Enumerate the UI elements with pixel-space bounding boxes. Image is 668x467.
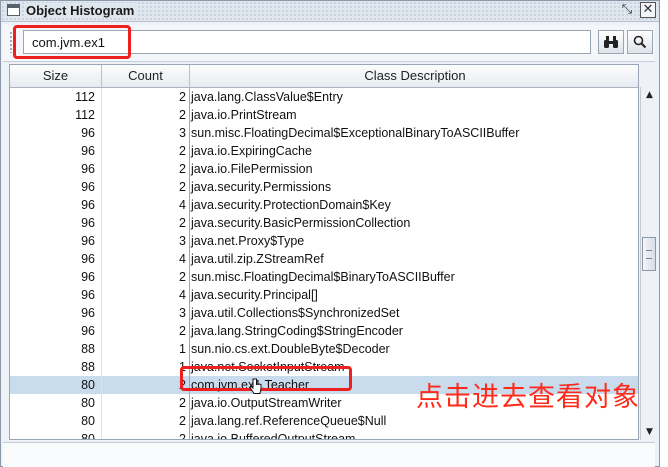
cell-class-description: java.lang.ClassValue$Entry	[191, 90, 343, 104]
cell-size: 96	[10, 232, 102, 250]
cell-count: 4	[102, 196, 190, 214]
table-row[interactable]: 96 4 java.security.Principal[]	[10, 286, 638, 304]
cell-size: 96	[10, 268, 102, 286]
cell-class-description: java.lang.StringCoding$StringEncoder	[191, 324, 403, 338]
cell-class-description: java.io.ExpiringCache	[191, 144, 312, 158]
cell-size: 80	[10, 430, 102, 439]
cell-class-description: java.io.BufferedOutputStream	[191, 432, 356, 440]
cell-count: 1	[102, 358, 190, 376]
background-window-edge	[660, 0, 668, 467]
table-row[interactable]: 96 2 java.security.Permissions	[10, 178, 638, 196]
cell-size: 80	[10, 394, 102, 412]
column-header-count[interactable]: Count	[102, 65, 190, 87]
cell-count: 3	[102, 304, 190, 322]
title-bar[interactable]: Object Histogram ⤡ ✕	[1, 1, 659, 22]
cell-count: 2	[102, 142, 190, 160]
cell-count: 3	[102, 232, 190, 250]
table-header: Size Count Class Description	[10, 65, 638, 88]
column-header-size[interactable]: Size	[10, 65, 102, 87]
table-row[interactable]: 112 2 java.io.PrintStream	[10, 106, 638, 124]
cell-size: 88	[10, 358, 102, 376]
cell-class-description: java.io.FilePermission	[191, 162, 313, 176]
cell-count: 3	[102, 124, 190, 142]
cell-size: 96	[10, 214, 102, 232]
scroll-down-icon[interactable]: ▼	[641, 424, 658, 440]
cell-size: 80	[10, 376, 102, 394]
table-row[interactable]: 80 2 java.io.BufferedOutputStream	[10, 430, 638, 440]
cell-size: 112	[10, 88, 102, 106]
cell-class-description: java.security.Principal[]	[191, 288, 318, 302]
cell-class-description: sun.misc.FloatingDecimal$ExceptionalBina…	[191, 126, 520, 140]
cell-class-description: sun.nio.cs.ext.DoubleByte$Decoder	[191, 342, 390, 356]
cell-count: 2	[102, 178, 190, 196]
cell-class-description: java.util.zip.ZStreamRef	[191, 252, 324, 266]
table-row[interactable]: 96 2 sun.misc.FloatingDecimal$BinaryToASCI…	[10, 268, 638, 286]
selected-row-highlight-box	[180, 366, 352, 391]
cell-class-description: java.security.Permissions	[191, 180, 332, 194]
cell-size: 96	[10, 196, 102, 214]
cell-class-description: java.security.BasicPermissionCollection	[191, 216, 411, 230]
cell-count: 2	[102, 376, 190, 394]
cell-count: 2	[102, 106, 190, 124]
cell-class-description: java.io.PrintStream	[191, 108, 297, 122]
table-row[interactable]: 112 2 java.lang.ClassValue$Entry	[10, 88, 638, 106]
close-icon[interactable]: ✕	[640, 2, 656, 18]
table-row[interactable]: 96 3 java.util.Collections$SynchronizedSet	[10, 304, 638, 322]
cell-count: 2	[102, 394, 190, 412]
cell-count: 2	[102, 160, 190, 178]
cell-count: 4	[102, 286, 190, 304]
cell-class-description: java.net.Proxy$Type	[191, 234, 305, 248]
scroll-up-icon[interactable]: ▲	[641, 87, 658, 103]
table-row[interactable]: 96 2 java.io.FilePermission	[10, 160, 638, 178]
cell-class-description: java.security.ProtectionDomain$Key	[191, 198, 391, 212]
scroll-thumb[interactable]	[642, 237, 656, 271]
cell-count: 2	[102, 430, 190, 439]
cell-size: 112	[10, 106, 102, 124]
binoculars-icon	[604, 36, 618, 48]
find-all-button[interactable]	[598, 30, 624, 54]
magnifier-icon	[633, 35, 647, 49]
cell-count: 1	[102, 340, 190, 358]
annotation-text: 点击进去查看对象	[416, 382, 640, 413]
cell-count: 2	[102, 322, 190, 340]
cell-size: 88	[10, 340, 102, 358]
cell-size: 96	[10, 124, 102, 142]
mouse-cursor-icon	[249, 378, 262, 394]
cell-size: 96	[10, 322, 102, 340]
table-row[interactable]: 96 4 java.util.zip.ZStreamRef	[10, 250, 638, 268]
table-row[interactable]: 96 2 java.io.ExpiringCache	[10, 142, 638, 160]
cell-count: 4	[102, 250, 190, 268]
cell-size: 96	[10, 286, 102, 304]
column-header-class-description[interactable]: Class Description	[190, 65, 638, 87]
cell-count: 2	[102, 214, 190, 232]
find-button[interactable]	[627, 30, 653, 54]
table-row[interactable]: 88 1 sun.nio.cs.ext.DoubleByte$Decoder	[10, 340, 638, 358]
cell-count: 2	[102, 412, 190, 430]
window-icon	[7, 4, 20, 16]
table-row[interactable]: 96 4 java.security.ProtectionDomain$Key	[10, 196, 638, 214]
cell-size: 96	[10, 178, 102, 196]
cell-count: 2	[102, 88, 190, 106]
table-row[interactable]: 96 2 java.security.BasicPermissionCollecti…	[10, 214, 638, 232]
table-row[interactable]: 96 2 java.lang.StringCoding$StringEncoder	[10, 322, 638, 340]
status-area	[3, 442, 655, 467]
cell-size: 96	[10, 250, 102, 268]
cell-size: 96	[10, 304, 102, 322]
cell-class-description: java.util.Collections$SynchronizedSet	[191, 306, 400, 320]
cell-count: 2	[102, 268, 190, 286]
cell-size: 96	[10, 142, 102, 160]
table-row[interactable]: 96 3 sun.misc.FloatingDecimal$ExceptionalB…	[10, 124, 638, 142]
search-highlight-box	[13, 25, 131, 59]
cell-class-description: sun.misc.FloatingDecimal$BinaryToASCIIBu…	[191, 270, 455, 284]
window-title: Object Histogram	[26, 3, 139, 18]
restore-icon[interactable]: ⤡	[619, 2, 635, 18]
cell-size: 96	[10, 160, 102, 178]
cell-size: 80	[10, 412, 102, 430]
table-row[interactable]: 96 3 java.net.Proxy$Type	[10, 232, 638, 250]
